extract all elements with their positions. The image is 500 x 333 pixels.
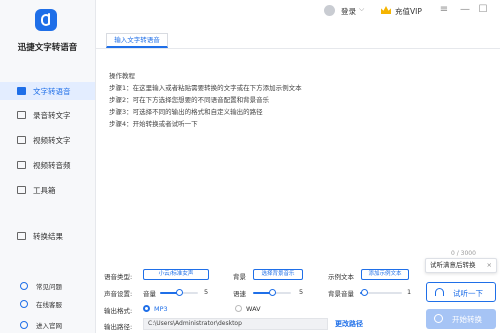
editor-line: 步骤3：可选择不同的输出的格式和自定义输出的路径: [109, 108, 263, 116]
speed-label: 语速: [233, 290, 246, 298]
output-path-field[interactable]: C:\Users\Administrator\desktop: [143, 318, 328, 330]
avatar[interactable]: [324, 5, 335, 16]
vip-crown-icon: [381, 6, 391, 14]
change-path-link[interactable]: 更改路径: [335, 319, 363, 329]
sample-text-label: 示例文本: [328, 273, 354, 281]
bg-volume-knob[interactable]: [360, 289, 368, 296]
format-wav-radio[interactable]: [235, 305, 242, 312]
bg-volume-slider[interactable]: [360, 289, 402, 296]
sidebar-item-label: 工具箱: [33, 185, 56, 195]
bg-volume-value: 1: [407, 288, 412, 296]
sidebar-item-text-to-speech[interactable]: 文字转语音: [0, 82, 95, 100]
footer-item-label: 在线客服: [36, 301, 62, 309]
close-icon[interactable]: ×: [487, 259, 492, 272]
tab-text-input[interactable]: 输入文字转语音: [106, 33, 168, 48]
output-path-label: 输出路径:: [104, 323, 133, 331]
toolbox-icon: [17, 186, 26, 194]
app-logo-icon: [35, 9, 57, 31]
results-icon: [17, 232, 26, 240]
title-bar: 登录 ⌵ 充值VIP ≡ — ☐: [96, 0, 500, 24]
select-bgm-button[interactable]: 选择背景音乐: [253, 269, 303, 280]
editor-line: 步骤4：开始转换或者试听一下: [109, 120, 198, 128]
editor-line: 步骤2：可在下方选择您想要的不同语音配置和背景音乐: [109, 96, 270, 104]
question-icon: [20, 282, 28, 290]
editor-line: 步骤1：在这里输入或者粘贴需要转换的文字或在下方添加示例文本: [109, 84, 302, 92]
text-to-speech-icon: [17, 87, 26, 95]
sidebar-item-results[interactable]: 转换结果: [0, 227, 95, 245]
footer-item-faq[interactable]: 常见问题: [0, 279, 95, 293]
format-mp3-radio[interactable]: [143, 305, 150, 312]
speed-slider[interactable]: [253, 289, 291, 296]
volume-label: 音量: [143, 290, 156, 298]
footer-item-support[interactable]: 在线客服: [0, 297, 95, 311]
sound-settings-label: 声音设置:: [104, 290, 133, 298]
app-window: 迅捷文字转语音 文字转语音 录音转文字 视频转文字 视频转音频 工具箱 转换结果…: [0, 0, 500, 333]
output-format-label: 输出格式:: [104, 307, 133, 315]
format-mp3-label[interactable]: MP3: [154, 305, 168, 313]
audio-to-text-icon: [17, 111, 26, 119]
sidebar-item-label: 视频转音频: [33, 160, 71, 170]
footer-item-label: 进入官网: [36, 322, 62, 330]
listen-button[interactable]: 试听一下: [426, 282, 496, 302]
speed-value: 5: [299, 288, 304, 296]
volume-slider[interactable]: [160, 289, 198, 296]
vip-button[interactable]: 充值VIP: [395, 6, 422, 17]
sidebar-item-video-to-audio[interactable]: 视频转音频: [0, 156, 95, 174]
volume-value: 5: [204, 288, 209, 296]
bgm-label: 背景: [233, 273, 246, 281]
minimize-icon[interactable]: —: [458, 4, 472, 15]
bg-volume-label: 背景音量: [328, 290, 354, 298]
support-icon: [20, 300, 28, 308]
tooltip-text: 试听满意后转换: [430, 261, 476, 269]
sidebar-item-label: 文字转语音: [33, 86, 71, 96]
video-to-audio-icon: [17, 161, 26, 169]
footer-item-website[interactable]: 进入官网: [0, 318, 95, 332]
volume-knob[interactable]: [175, 289, 183, 296]
website-icon: [20, 321, 28, 329]
add-sample-text-button[interactable]: 添加示例文本: [361, 269, 409, 280]
character-counter: 0 / 3000: [451, 250, 476, 257]
voice-type-label: 语音类型:: [104, 273, 133, 281]
sidebar-item-label: 转换结果: [33, 231, 63, 241]
sidebar-item-audio-to-text[interactable]: 录音转文字: [0, 106, 95, 124]
login-link[interactable]: 登录: [341, 6, 356, 17]
sidebar-item-toolbox[interactable]: 工具箱: [0, 181, 95, 199]
video-to-text-icon: [17, 136, 26, 144]
headphones-icon: [435, 288, 444, 296]
listen-tooltip: 试听满意后转换 ×: [425, 258, 497, 273]
start-convert-button[interactable]: 开始转换: [426, 309, 496, 329]
text-editor[interactable]: 操作教程 步骤1：在这里输入或者粘贴需要转换的文字或在下方添加示例文本 步骤2：…: [106, 64, 494, 261]
app-brand-name: 迅捷文字转语音: [17, 43, 78, 53]
menu-icon[interactable]: ≡: [437, 4, 451, 15]
maximize-icon[interactable]: ☐: [476, 4, 490, 15]
chevron-down-icon[interactable]: ⌵: [359, 5, 364, 14]
sidebar-item-video-to-text[interactable]: 视频转文字: [0, 131, 95, 149]
sidebar: 迅捷文字转语音 文字转语音 录音转文字 视频转文字 视频转音频 工具箱 转换结果…: [0, 0, 96, 333]
convert-button-label: 开始转换: [452, 315, 482, 324]
tab-bar: 输入文字转语音: [96, 24, 500, 49]
speed-knob[interactable]: [268, 289, 276, 296]
voice-type-button[interactable]: 小云/标准女声: [143, 269, 209, 280]
format-wav-label[interactable]: WAV: [246, 305, 261, 313]
sidebar-item-label: 录音转文字: [33, 110, 71, 120]
footer-item-label: 常见问题: [36, 283, 62, 291]
sidebar-item-label: 视频转文字: [33, 135, 71, 145]
play-icon: [434, 314, 443, 323]
editor-line: 操作教程: [109, 72, 135, 80]
listen-button-label: 试听一下: [453, 289, 483, 298]
